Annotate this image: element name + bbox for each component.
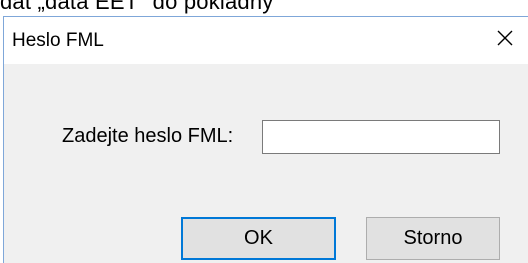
cancel-button[interactable]: Storno	[366, 217, 500, 260]
close-icon	[496, 29, 514, 52]
password-label: Zadejte heslo FML:	[62, 125, 234, 147]
dialog-content: Zadejte heslo FML: OK Storno	[4, 64, 528, 263]
background-document-text: dat „data EET" do pokladny	[0, 0, 274, 14]
screen: dat „data EET" do pokladny Heslo FML Zad…	[0, 0, 528, 263]
password-input[interactable]	[262, 120, 500, 154]
password-dialog: Heslo FML Zadejte heslo FML: OK Storno	[3, 16, 528, 263]
dialog-title: Heslo FML	[12, 30, 104, 51]
close-button[interactable]	[482, 17, 528, 64]
ok-button[interactable]: OK	[181, 217, 336, 260]
dialog-titlebar[interactable]: Heslo FML	[4, 17, 528, 64]
